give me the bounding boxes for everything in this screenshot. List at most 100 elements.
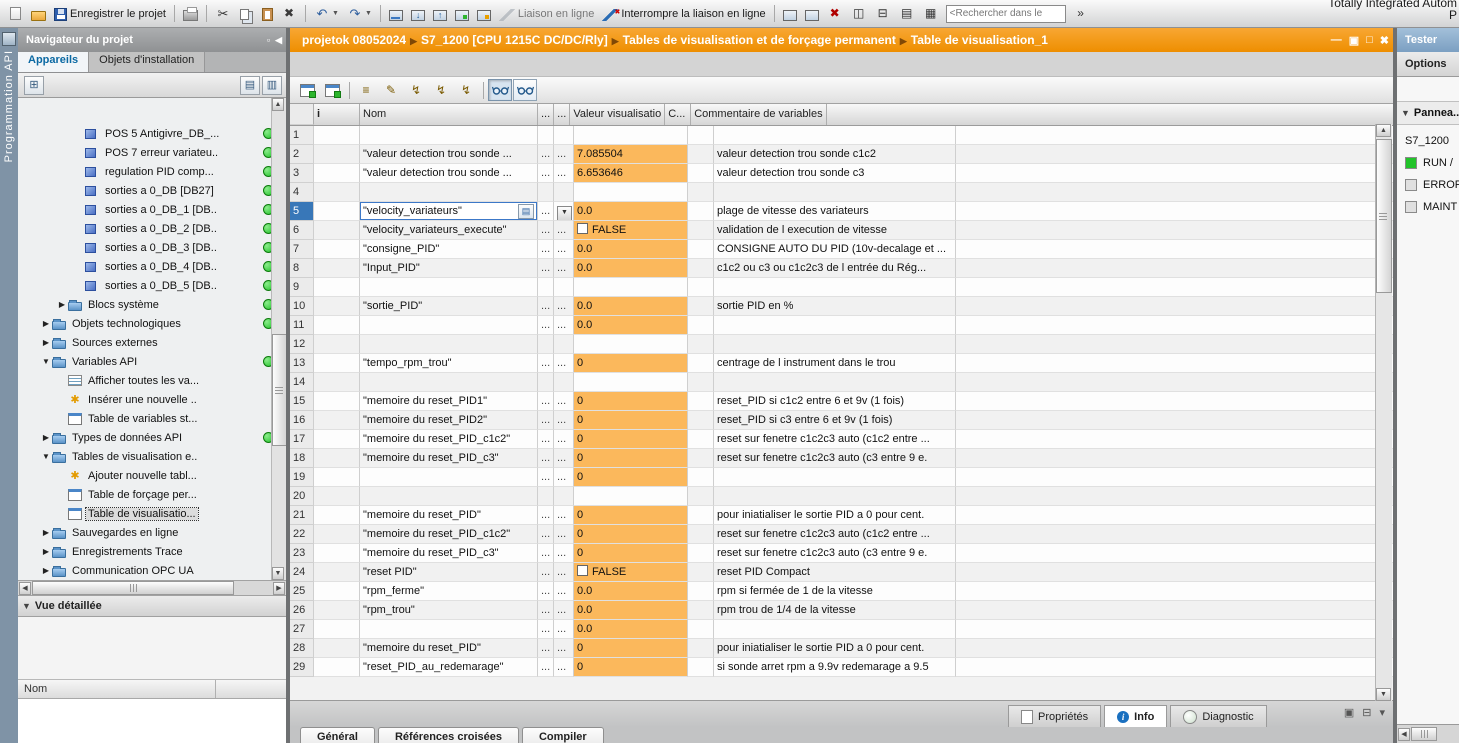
- insert-row-button[interactable]: [295, 79, 319, 101]
- add-row-button[interactable]: [320, 79, 344, 101]
- display-format-cell[interactable]: ▼: [554, 202, 574, 221]
- tag-browse-button[interactable]: ▤: [518, 204, 534, 219]
- start-cpu-icon[interactable]: [451, 5, 473, 23]
- close-editor-icon[interactable]: ✖: [823, 4, 847, 24]
- search-input[interactable]: [946, 5, 1066, 23]
- modify-value-cell[interactable]: [688, 506, 714, 525]
- row-info-cell[interactable]: [314, 278, 360, 297]
- address-cell[interactable]: ...: [538, 449, 554, 468]
- comment-cell[interactable]: reset sur fenetre c1c2c3 auto (c1c2 entr…: [714, 525, 956, 544]
- modify-value-cell[interactable]: [688, 525, 714, 544]
- tree-horizontal-scrollbar[interactable]: ◀ ▶: [18, 580, 286, 596]
- new-project-icon[interactable]: [4, 4, 27, 23]
- modify-address-icon[interactable]: ✎: [379, 79, 403, 101]
- scroll-thumb[interactable]: [32, 581, 234, 595]
- tree-item[interactable]: sorties a 0_DB_1 [DB..: [18, 200, 286, 219]
- accessible-devices-icon[interactable]: [779, 5, 801, 23]
- column-header-i[interactable]: i: [314, 104, 360, 125]
- comment-cell[interactable]: reset sur fenetre c1c2c3 auto (c3 entre …: [714, 544, 956, 563]
- modify-value-cell[interactable]: [688, 639, 714, 658]
- tag-name-cell[interactable]: [360, 183, 538, 202]
- row-info-cell[interactable]: [314, 240, 360, 259]
- address-cell[interactable]: ...: [538, 392, 554, 411]
- tag-name-cell[interactable]: "valeur detection trou sonde ...: [360, 145, 538, 164]
- row-number-cell[interactable]: 29: [290, 658, 314, 677]
- monitor-value-cell[interactable]: 0: [574, 639, 688, 658]
- breadcrumb-item[interactable]: S7_1200 [CPU 1215C DC/DC/Rly]: [421, 33, 608, 47]
- display-format-cell[interactable]: ...: [554, 316, 574, 335]
- row-number-cell[interactable]: 17: [290, 430, 314, 449]
- column-header-name[interactable]: Nom: [360, 104, 538, 125]
- comment-cell[interactable]: c1c2 ou c3 ou c1c2c3 de l entrée du Rég.…: [714, 259, 956, 278]
- go-offline-button[interactable]: Interrompre la liaison en ligne: [598, 5, 769, 23]
- tree-item[interactable]: ✱Ajouter nouvelle tabl...: [18, 466, 286, 485]
- scroll-up-icon[interactable]: ▲: [272, 98, 284, 111]
- row-info-cell[interactable]: [314, 183, 360, 202]
- modify-value-cell[interactable]: [688, 240, 714, 259]
- comment-cell[interactable]: rpm si fermée de 1 de la vitesse: [714, 582, 956, 601]
- inspector-tab-info[interactable]: iInfo: [1104, 705, 1167, 727]
- row-info-cell[interactable]: [314, 449, 360, 468]
- display-format-cell[interactable]: ...: [554, 392, 574, 411]
- cross-reference-icon[interactable]: [801, 5, 823, 23]
- display-format-cell[interactable]: ...: [554, 221, 574, 240]
- address-cell[interactable]: ...: [538, 506, 554, 525]
- modify-now-icon[interactable]: ↯: [404, 79, 428, 101]
- menu-down-icon[interactable]: ▾: [1379, 706, 1385, 719]
- modify-value-cell[interactable]: [688, 563, 714, 582]
- bool-checkbox[interactable]: [577, 223, 588, 234]
- tag-name-cell[interactable]: "rpm_ferme": [360, 582, 538, 601]
- collapse-panel-icon[interactable]: ◀: [275, 35, 282, 45]
- sub-tab-rfrencescroises[interactable]: Références croisées: [378, 727, 519, 743]
- monitor-value-cell[interactable]: 0.0: [574, 601, 688, 620]
- scroll-up-icon[interactable]: ▲: [1376, 124, 1391, 137]
- navigator-tab-installation[interactable]: Objets d'installation: [89, 52, 205, 72]
- row-number-cell[interactable]: 27: [290, 620, 314, 639]
- address-cell[interactable]: [538, 373, 554, 392]
- breadcrumb-item[interactable]: projetok 08052024: [302, 33, 406, 47]
- scroll-right-icon[interactable]: ▶: [273, 582, 285, 595]
- paste-icon[interactable]: [258, 5, 277, 23]
- keyboard-icon[interactable]: ▦: [919, 4, 943, 24]
- scroll-down-icon[interactable]: ▼: [272, 567, 284, 580]
- tag-name-cell[interactable]: [360, 620, 538, 639]
- modify-value-cell[interactable]: [688, 658, 714, 677]
- display-format-cell[interactable]: [554, 335, 574, 354]
- display-format-cell[interactable]: ...: [554, 430, 574, 449]
- compile-icon[interactable]: [385, 5, 407, 23]
- monitor-value-cell[interactable]: [574, 373, 688, 392]
- column-header-c[interactable]: C...: [665, 104, 691, 125]
- chevron-collapsed-icon[interactable]: ▶: [40, 566, 52, 575]
- address-cell[interactable]: ...: [538, 563, 554, 582]
- monitor-value-cell[interactable]: 0: [574, 430, 688, 449]
- row-info-cell[interactable]: [314, 392, 360, 411]
- address-cell[interactable]: ...: [538, 164, 554, 183]
- display-format-dropdown[interactable]: ▼: [557, 206, 572, 221]
- row-info-cell[interactable]: [314, 126, 360, 145]
- column-header-dots1[interactable]: ...: [538, 104, 554, 125]
- display-format-cell[interactable]: ...: [554, 354, 574, 373]
- detail-view-header[interactable]: ▼ Vue détaillée: [18, 596, 286, 617]
- modify-with-trigger-icon[interactable]: ↯: [429, 79, 453, 101]
- chevron-collapsed-icon[interactable]: ▶: [40, 528, 52, 537]
- address-cell[interactable]: ...: [538, 658, 554, 677]
- address-cell[interactable]: ...: [538, 316, 554, 335]
- comment-cell[interactable]: reset_PID si c1c2 entre 6 et 9v (1 fois): [714, 392, 956, 411]
- monitor-all-button[interactable]: [488, 79, 512, 101]
- tag-name-cell[interactable]: [360, 278, 538, 297]
- display-format-cell[interactable]: ...: [554, 639, 574, 658]
- row-number-cell[interactable]: 21: [290, 506, 314, 525]
- tag-name-cell[interactable]: "velocity_variateurs_execute": [360, 221, 538, 240]
- display-format-cell[interactable]: [554, 278, 574, 297]
- tag-name-cell[interactable]: [360, 468, 538, 487]
- cut-icon[interactable]: ✂: [211, 4, 235, 24]
- enable-peripheral-outputs-icon[interactable]: ↯: [454, 79, 478, 101]
- monitor-value-cell[interactable]: 6.653646: [574, 164, 688, 183]
- comment-cell[interactable]: [714, 468, 956, 487]
- address-cell[interactable]: ...: [538, 639, 554, 658]
- row-info-cell[interactable]: [314, 259, 360, 278]
- modify-value-cell[interactable]: [688, 164, 714, 183]
- sub-tab-gnral[interactable]: Général: [300, 727, 375, 743]
- chevron-collapsed-icon[interactable]: ▶: [40, 433, 52, 442]
- row-number-cell[interactable]: 12: [290, 335, 314, 354]
